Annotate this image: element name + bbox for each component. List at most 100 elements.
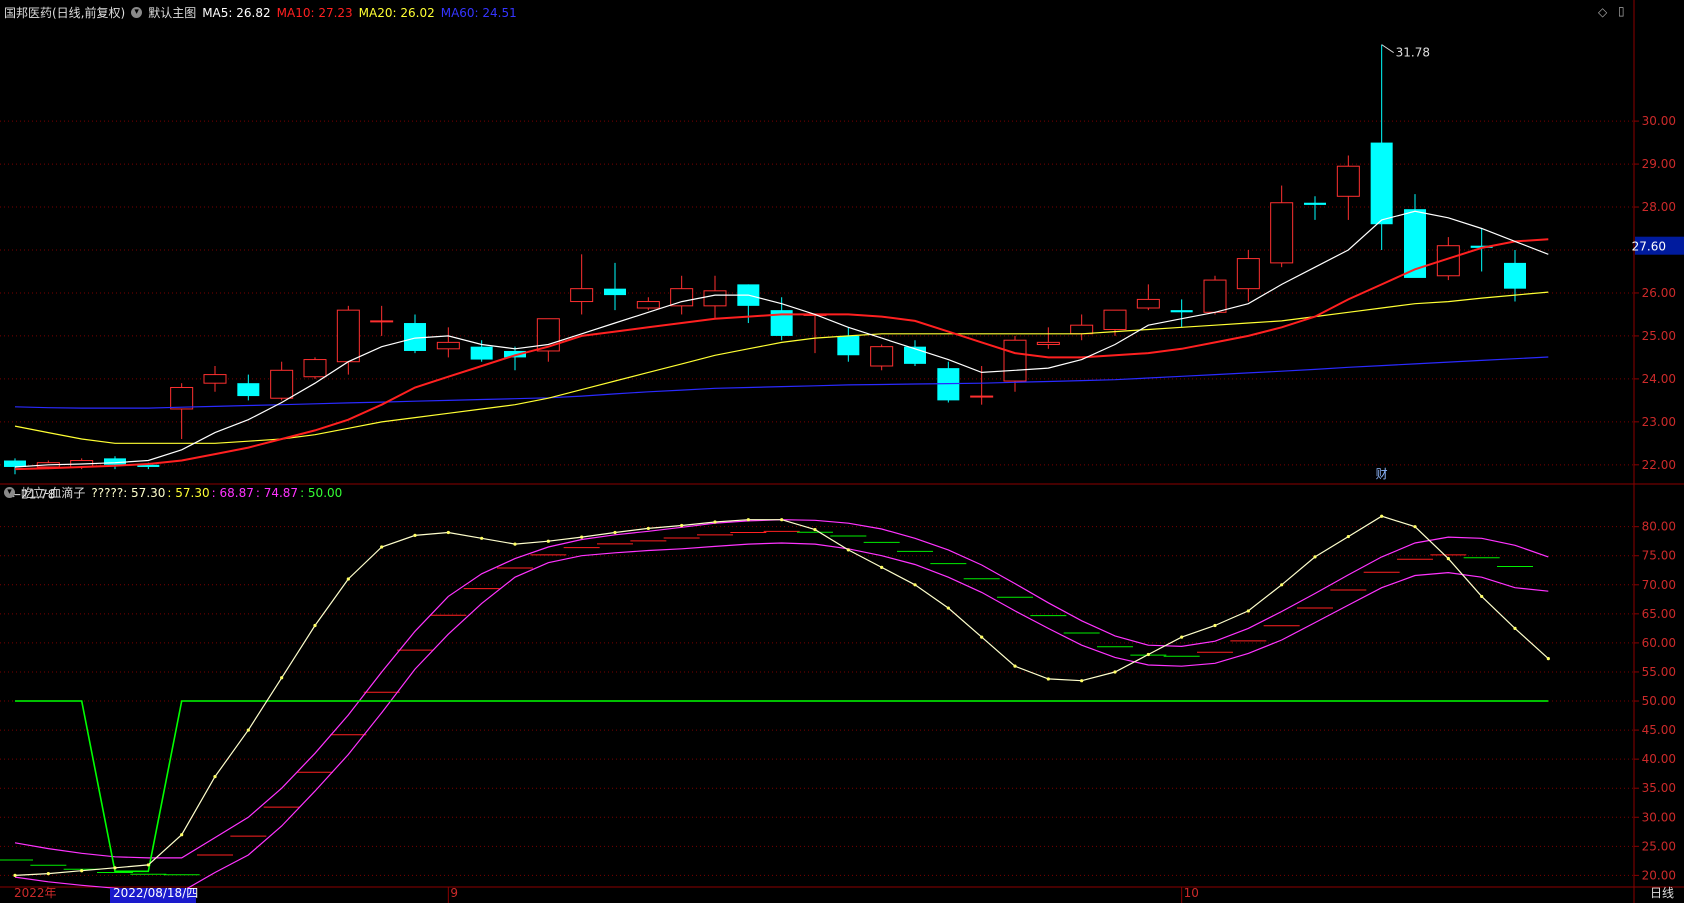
price-tick-label: 29.00 [1642, 157, 1676, 171]
chart-menu-icon[interactable]: ▾ [131, 7, 143, 18]
indicator-main-dot [513, 542, 517, 546]
indicator-main-dot [580, 535, 584, 539]
candle-body-up [370, 320, 394, 323]
candle-body-up [570, 288, 594, 303]
indicator-main-dot [1180, 635, 1184, 639]
indicator-main-dot [1146, 652, 1150, 657]
candle-body-up [636, 301, 660, 309]
indicator-menu-icon[interactable]: ▾ [4, 487, 15, 498]
indicator-tick-label: 45.00 [1642, 723, 1676, 737]
stock-title: 国邦医药(日线,前复权) [4, 6, 126, 20]
indicator-tick-label: 25.00 [1642, 839, 1676, 853]
indicator-main-dot [280, 676, 284, 680]
candle-body-up [270, 369, 294, 399]
indicator-main-dot [813, 527, 817, 532]
candle-body-up [703, 290, 727, 307]
indicator-main-dot [146, 863, 150, 867]
candle-body-up [1203, 279, 1227, 313]
candle-body-up [1236, 258, 1260, 290]
indicator-tick-label: 70.00 [1642, 578, 1676, 592]
indicator-tick-label: 50.00 [1642, 694, 1676, 708]
candle-body-down [470, 346, 493, 360]
month-label-oct: 10 [1184, 886, 1199, 900]
indicator-main-dot [413, 533, 417, 537]
candle-body-up [170, 386, 194, 410]
indicator-value-5: : 50.00 [300, 485, 343, 500]
price-tick-label: 30.00 [1642, 114, 1676, 128]
indicator-main-dot [380, 545, 384, 549]
candle-body-up [1036, 341, 1060, 346]
indicator-main-dot [346, 577, 350, 581]
indicator-tick-label: 60.00 [1642, 636, 1676, 650]
ma5-label: MA5: 26.82 [202, 5, 271, 20]
indicator-main-dot [446, 530, 450, 535]
ma60-line [14, 356, 1549, 409]
candle-body-up [870, 346, 894, 367]
indicator-main-dot [1046, 677, 1050, 681]
indicator-main-dot [846, 548, 850, 552]
indicator-main-dot [1413, 525, 1417, 529]
chart-canvas[interactable]: 22.0023.0024.0025.0026.0027.0028.0029.00… [0, 0, 1684, 903]
indicator-main-dot [1313, 555, 1317, 559]
indicator-tick-label: 20.00 [1642, 868, 1676, 882]
window-toggle-icon[interactable]: ▯ [1618, 4, 1625, 18]
indicator-main-dot [1446, 557, 1450, 561]
price-tick-label: 22.00 [1642, 458, 1676, 472]
price-tick-label: 23.00 [1642, 415, 1676, 429]
high-price-label: 31.78 [1396, 46, 1430, 60]
indicator-main-dot [1513, 626, 1517, 630]
indicator-main-dot [1246, 609, 1250, 613]
indicator-main-dot [546, 539, 550, 543]
indicator-main-dot [180, 833, 184, 837]
indicator-main-dot [1480, 594, 1484, 599]
candle-body-up [1070, 324, 1094, 335]
indicator-header: ▾ 屹立-血滴子 ?????: 57.30 : 57.30 : 68.87 : … [4, 484, 342, 501]
candle-body-down [604, 288, 626, 296]
period-label: 日线 [1650, 886, 1674, 900]
candle-body-down [1504, 262, 1526, 289]
indicator-main-dot [213, 774, 217, 779]
indicator-main-dot [746, 518, 750, 522]
month-label-sep: 9 [450, 886, 458, 900]
price-tick-label: 28.00 [1642, 200, 1676, 214]
candle-body-up [436, 341, 460, 350]
indicator-main-dot [80, 869, 84, 873]
candle-body-up [1136, 298, 1160, 309]
indicator-main-dot [1113, 670, 1117, 674]
indicator-value-2: : 57.30 [167, 485, 210, 500]
candle-body-up [1336, 165, 1360, 197]
indicator-value-4: : 74.87 [255, 485, 299, 500]
indicator-main-dot [946, 606, 950, 610]
indicator-value-1: ?????: 57.30 [91, 485, 166, 500]
indicator-main-dot [780, 518, 784, 522]
candle-body-up [1103, 309, 1127, 330]
indicator-main-dot [713, 520, 717, 524]
indicator-main-dot [46, 872, 50, 876]
indicator-main-dot [913, 583, 917, 587]
indicator-tick-label: 30.00 [1642, 810, 1676, 824]
candle-body-down [837, 335, 860, 356]
indicator-tick-label: 80.00 [1642, 520, 1676, 534]
indicator-main-dot [480, 536, 484, 540]
price-tick-label: 26.00 [1642, 286, 1676, 300]
chart-name: 默认主图 [148, 6, 197, 20]
diamond-icon[interactable]: ◇ [1598, 5, 1607, 19]
finance-marker: 财 [1376, 467, 1388, 481]
indicator-lower-band [14, 542, 1549, 893]
indicator-main-dot [1380, 514, 1384, 518]
indicator-main-dot [1546, 657, 1550, 661]
candle-body-up [670, 288, 694, 307]
high-pointer [1381, 44, 1394, 54]
indicator-main-dot [313, 623, 317, 628]
current-price-label: 27.60 [1632, 240, 1666, 254]
indicator-main-dot [613, 530, 617, 535]
ma10-label: MA10: 27.23 [276, 5, 353, 20]
indicator-name: 屹立-血滴子 [21, 486, 86, 500]
indicator-main-dot [1013, 664, 1017, 668]
indicator-main-dot [646, 526, 650, 531]
indicator-level-line [15, 700, 1549, 873]
candle-body-up [303, 359, 327, 378]
year-label: 2022年 [14, 886, 57, 900]
indicator-main-dot [980, 635, 984, 639]
cursor-date-label: 2022/08/18/四 [113, 886, 198, 900]
